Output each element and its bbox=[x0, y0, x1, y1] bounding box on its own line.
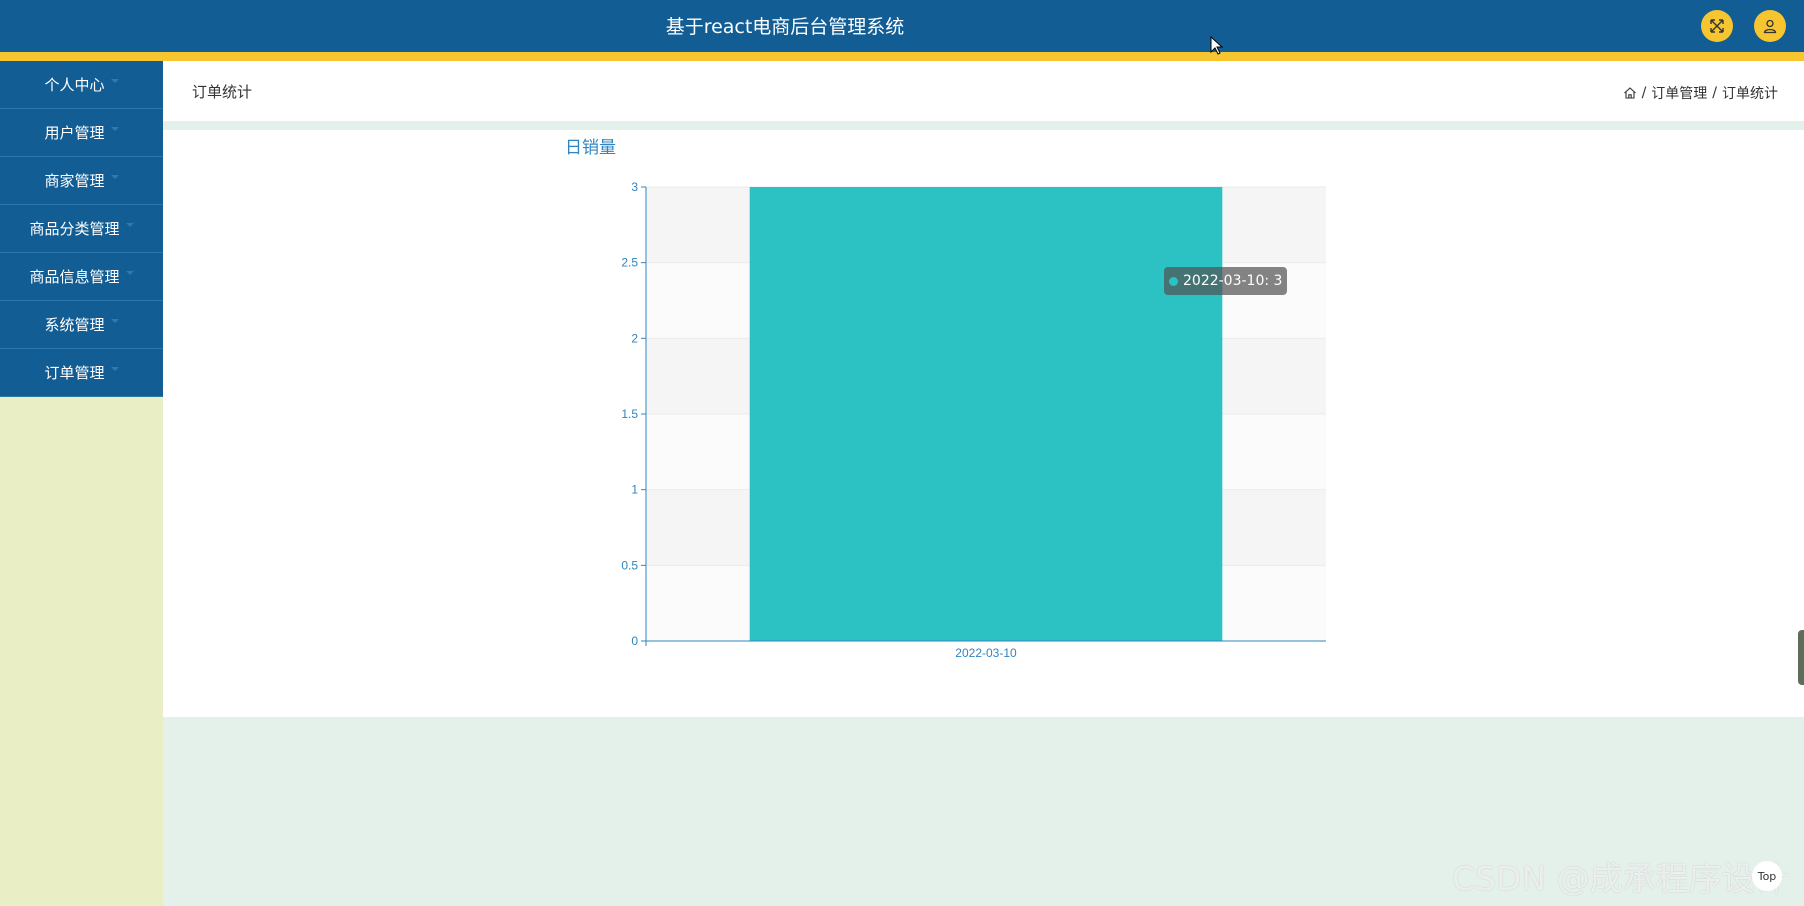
side-panel-tab[interactable] bbox=[1798, 630, 1804, 685]
tooltip-text: 2022-03-10: 3 bbox=[1183, 273, 1283, 289]
page-title: 订单统计 bbox=[192, 83, 253, 101]
y-tick-label: 1 bbox=[631, 483, 638, 497]
daily-sales-chart[interactable]: 0 0.5 1 1.5 2 2.5 3 2022-03-10 bbox=[163, 130, 1804, 717]
sidebar-item-merchants[interactable]: 商家管理 bbox=[0, 157, 163, 205]
y-tick-label: 2.5 bbox=[621, 256, 638, 270]
sidebar-item-system[interactable]: 系统管理 bbox=[0, 301, 163, 349]
fullscreen-icon bbox=[1710, 19, 1724, 33]
sidebar-item-products[interactable]: 商品信息管理 bbox=[0, 253, 163, 301]
header-accent-bar bbox=[0, 52, 1804, 61]
sidebar-item-label: 商品分类管理 bbox=[29, 220, 120, 238]
top-header: 基于react电商后台管理系统 bbox=[0, 0, 1804, 52]
sidebar-item-categories[interactable]: 商品分类管理 bbox=[0, 205, 163, 253]
y-tick-label: 0.5 bbox=[621, 558, 638, 572]
caret-down-icon bbox=[110, 174, 119, 179]
sidebar-item-label: 商品信息管理 bbox=[29, 268, 120, 286]
y-tick-label: 0 bbox=[631, 634, 638, 648]
home-icon[interactable] bbox=[1623, 86, 1637, 100]
user-icon bbox=[1763, 19, 1777, 34]
sidebar-item-label: 用户管理 bbox=[44, 124, 105, 142]
breadcrumb-parent[interactable]: 订单管理 bbox=[1651, 83, 1707, 103]
chart-tooltip: 2022-03-10: 3 bbox=[1164, 267, 1288, 295]
caret-down-icon bbox=[110, 318, 119, 323]
caret-down-icon bbox=[125, 270, 134, 275]
sidebar-item-label: 系统管理 bbox=[44, 316, 105, 334]
caret-down-icon bbox=[110, 366, 119, 371]
sidebar-item-label: 个人中心 bbox=[44, 76, 105, 94]
sidebar-item-orders[interactable]: 订单管理 bbox=[0, 349, 163, 397]
sidebar-item-profile[interactable]: 个人中心 bbox=[0, 61, 163, 109]
breadcrumb-separator: / bbox=[1712, 85, 1717, 101]
caret-down-icon bbox=[110, 126, 119, 131]
sidebar-item-label: 订单管理 bbox=[44, 364, 105, 382]
chart-panel: 日销量 0 0.5 1 1.5 2 2.5 3 2022-03-10 2022-03-10: … bbox=[163, 130, 1804, 717]
sidebar-item-label: 商家管理 bbox=[44, 172, 105, 190]
x-tick-label: 2022-03-10 bbox=[955, 646, 1017, 660]
fullscreen-button[interactable] bbox=[1701, 10, 1733, 42]
app-title: 基于react电商后台管理系统 bbox=[665, 16, 905, 38]
mouse-cursor-icon bbox=[1210, 36, 1224, 55]
watermark: CSDN @成承程序设计 bbox=[1452, 859, 1788, 898]
caret-down-icon bbox=[125, 222, 134, 227]
bar bbox=[749, 187, 1223, 641]
page-header: 订单统计 / 订单管理 / 订单统计 bbox=[163, 61, 1804, 121]
caret-down-icon bbox=[110, 78, 119, 83]
breadcrumb-separator: / bbox=[1641, 85, 1647, 101]
sidebar-item-users[interactable]: 用户管理 bbox=[0, 109, 163, 157]
breadcrumb-current: 订单统计 bbox=[1722, 86, 1778, 102]
back-to-top-button[interactable]: Top bbox=[1752, 861, 1782, 891]
series-dot-icon bbox=[1169, 276, 1178, 286]
y-tick-label: 1.5 bbox=[621, 407, 638, 421]
y-tick-label: 3 bbox=[631, 180, 638, 194]
breadcrumb: / 订单管理 / 订单统计 bbox=[1623, 83, 1778, 103]
user-button[interactable] bbox=[1754, 10, 1786, 42]
y-tick-label: 2 bbox=[631, 331, 638, 345]
sidebar: 个人中心 用户管理 商家管理 商品分类管理 商品信息管理 系统管理 订单管理 bbox=[0, 61, 163, 906]
